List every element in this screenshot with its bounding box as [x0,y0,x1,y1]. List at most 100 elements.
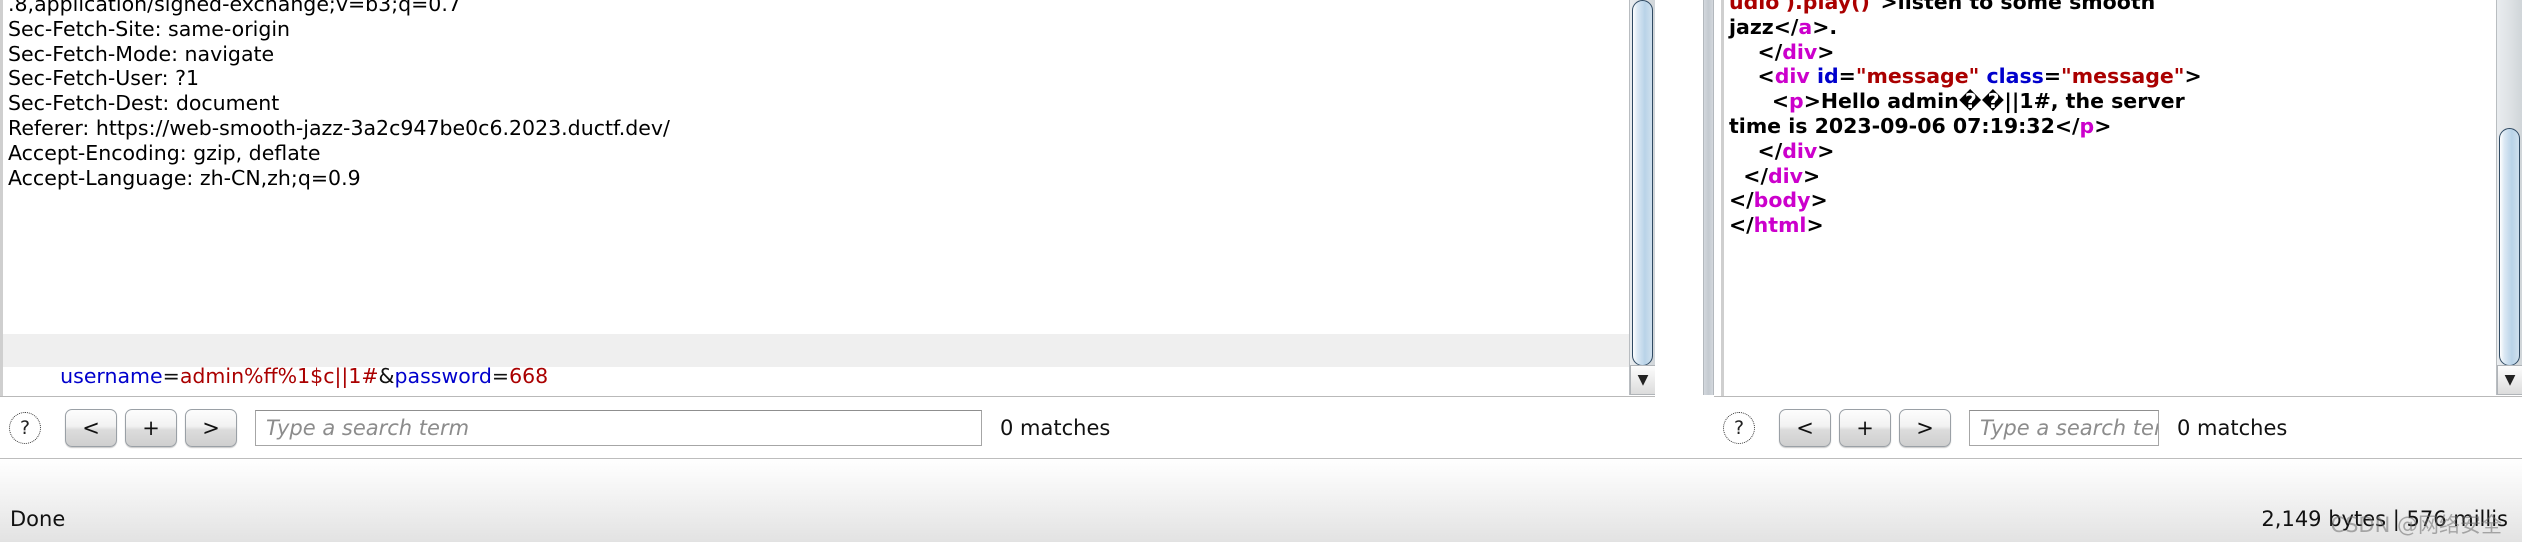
response-find-toolbar: ? < + > Type a search term 0 matches [1714,396,2522,459]
html-token: = [1838,64,1856,89]
find-search-input[interactable]: Type a search term [1969,410,2159,446]
html-token: </ [1729,213,1754,238]
help-icon-label: ? [1733,417,1745,439]
html-token: </ [1729,138,1783,163]
body-value-username: admin%ff%1$c||1# [179,364,379,388]
html-token: > [1806,213,1824,238]
header-line: Sec-Fetch-Mode: navigate [8,41,275,66]
html-token: a [1798,14,1813,39]
html-line: </div> [1729,40,2202,65]
find-matches-count: 0 matches [1000,416,1111,440]
find-add-label: + [142,416,160,440]
header-line: Sec-Fetch-User: ?1 [8,66,199,91]
html-token: "message" [1855,64,1980,89]
help-icon[interactable]: ? [9,412,41,444]
html-token: div [1774,64,1810,89]
request-find-toolbar: ? < + > Type a search term 0 matches [0,396,1655,459]
find-search-input[interactable]: Type a search term [255,410,982,446]
html-line: <p>Hello admin��||1#, the server [1729,89,2202,114]
html-token: >. [1812,14,1838,39]
body-key-username: username [60,364,163,388]
html-line: </body> [1729,188,2202,213]
help-icon[interactable]: ? [1723,412,1755,444]
html-token: div [1782,138,1818,163]
help-icon-label: ? [19,417,31,439]
header-line: Referer: https://web-smooth-jazz-3a2c947… [8,115,670,140]
body-eq-2: = [491,364,510,388]
header-line: .8,application/signed-exchange;v=b3;q=0.… [8,0,461,16]
find-previous-label: < [1796,416,1814,440]
html-token: > [1817,138,1835,163]
header-line: Sec-Fetch-Dest: document [8,91,280,116]
status-left-text: Done [10,507,66,531]
request-vertical-scrollbar[interactable]: ▼ [1629,0,1655,395]
find-search-placeholder: Type a search term [1980,416,2158,440]
request-scroll-down-button[interactable]: ▼ [1630,365,1655,395]
header-line: Accept-Language: zh-CN,zh;q=0.9 [8,165,361,190]
html-line: </div> [1729,139,2202,164]
html-token: div [1767,163,1804,188]
response-scrollbar-thumb[interactable] [2499,128,2520,366]
find-add-label: + [1856,416,1874,440]
html-token: >Hello admin��||1#, the server [1803,89,2185,114]
html-token: </ [1773,14,1799,39]
html-token: body [1753,188,1811,213]
html-token: time is 2023-09-06 07:19:32 [1729,113,2055,138]
body-ampersand: & [378,364,395,388]
find-matches-count: 0 matches [2177,416,2288,440]
find-add-button[interactable]: + [125,409,177,447]
html-token: </ [2054,113,2080,138]
request-scrollbar-thumb[interactable] [1632,0,1653,366]
chevron-down-icon: ▼ [2504,372,2516,388]
html-line: time is 2023-09-06 07:19:32</p> [1729,114,2202,139]
find-next-label: > [202,416,220,440]
header-line: Sec-Fetch-Site: same-origin [8,16,291,41]
body-value-password: 668 [509,364,549,388]
html-token: div [1782,39,1818,64]
status-right-text: 2,149 bytes | 576 millis [2261,507,2508,531]
html-token: </ [1729,188,1754,213]
status-bar: Done 2,149 bytes | 576 millis CSDN @网络安全 [0,458,2522,542]
panel-splitter[interactable] [1703,0,1714,395]
html-token: < [1729,89,1789,114]
find-previous-button[interactable]: < [1779,409,1831,447]
html-token: > [1803,163,1821,188]
find-previous-button[interactable]: < [65,409,117,447]
response-html-lines: udio').play()">listen to some smooth jazz… [1721,0,2202,238]
response-scroll-down-button[interactable]: ▼ [2497,365,2522,395]
response-vertical-scrollbar[interactable]: ▼ [2496,0,2522,395]
html-token: p [1789,89,1804,114]
html-token: = [2043,64,2062,89]
html-token: id [1816,64,1839,89]
find-previous-label: < [82,416,100,440]
find-add-button[interactable]: + [1839,409,1891,447]
find-search-placeholder: Type a search term [266,416,470,440]
body-eq-1: = [162,364,180,388]
html-token: > [1810,188,1828,213]
html-token: > [2184,64,2202,89]
html-token: jazz [1729,14,1774,39]
html-token: udio').play() [1729,0,1870,14]
html-token: "message" [2061,64,2185,89]
html-line: </div> [1729,164,2202,189]
html-token: ">listen to some smooth [1869,0,2156,14]
html-token: class [1986,64,2044,89]
body-key-password: password [394,364,492,388]
html-token [1810,64,1817,88]
header-line: Accept-Encoding: gzip, deflate [8,140,321,165]
html-line: <div id="message" class="message"> [1729,64,2202,89]
find-next-label: > [1916,416,1934,440]
find-next-button[interactable]: > [185,409,237,447]
html-token: < [1729,64,1775,89]
html-line: </html> [1729,213,2202,238]
html-token: p [2079,113,2095,138]
html-token: </ [1729,163,1768,188]
html-token: html [1753,213,1807,238]
html-token: </ [1729,39,1783,64]
html-line: udio').play()">listen to some smooth [1729,0,2202,15]
html-token: > [2094,113,2112,138]
find-next-button[interactable]: > [1899,409,1951,447]
fiddler-inspector-window: .8,application/signed-exchange;v=b3;q=0.… [0,0,2522,542]
html-token: > [1817,39,1835,64]
html-line: jazz</a>. [1729,15,2202,40]
